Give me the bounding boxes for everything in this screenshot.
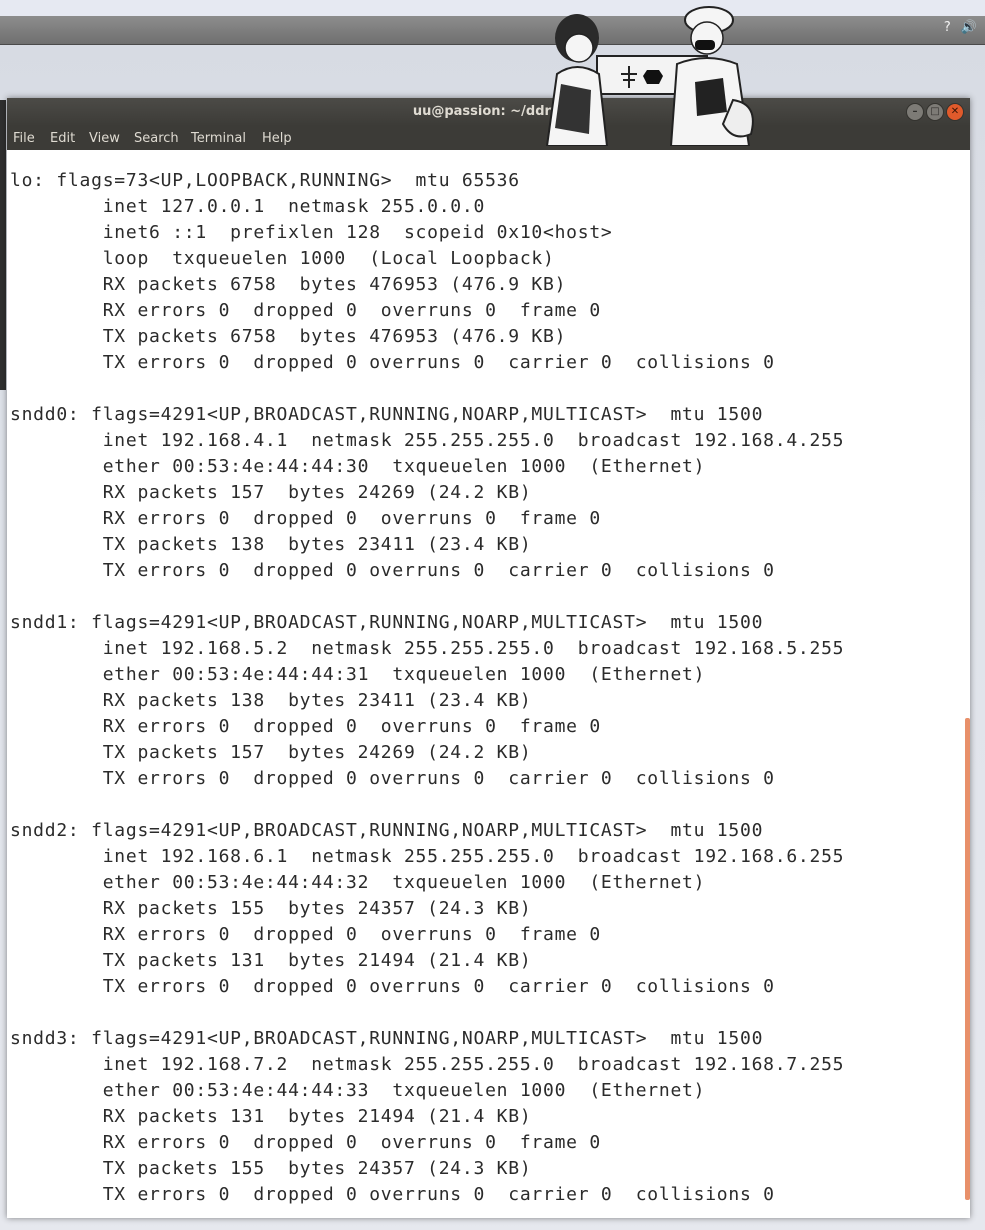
person-left-face [564, 33, 594, 63]
terminal-line: TX errors 0 dropped 0 overruns 0 carrier… [10, 976, 775, 997]
terminal-line: sndd2: flags=4291<UP,BROADCAST,RUNNING,N… [10, 820, 764, 841]
terminal-line: RX packets 6758 bytes 476953 (476.9 KB) [10, 274, 567, 295]
menu-item-terminal[interactable]: Terminal [191, 131, 246, 146]
mask-shape [695, 40, 715, 50]
minimize-button[interactable]: – [906, 103, 924, 121]
close-button[interactable]: ✕ [946, 103, 964, 121]
terminal-line: RX errors 0 dropped 0 overruns 0 frame 0 [10, 1132, 601, 1153]
menu-item-help[interactable]: Help [262, 131, 292, 146]
terminal-line: sndd3: flags=4291<UP,BROADCAST,RUNNING,N… [10, 1028, 764, 1049]
terminal-line: TX errors 0 dropped 0 overruns 0 carrier… [10, 768, 775, 789]
menu-item-file[interactable]: File [13, 131, 35, 146]
terminal-line: loop txqueuelen 1000 (Local Loopback) [10, 248, 555, 269]
terminal-line: RX packets 157 bytes 24269 (24.2 KB) [10, 482, 532, 503]
terminal-line: lo: flags=73<UP,LOOPBACK,RUNNING> mtu 65… [10, 170, 520, 191]
menu-item-edit[interactable]: Edit [50, 131, 75, 146]
sticker-illustration [545, 6, 754, 146]
terminal-line: RX packets 131 bytes 21494 (21.4 KB) [10, 1106, 532, 1127]
background-window-edge[interactable] [0, 100, 6, 390]
terminal-line: ether 00:53:4e:44:44:30 txqueuelen 1000 … [10, 456, 706, 477]
menu-item-search[interactable]: Search [134, 131, 179, 146]
terminal-line: RX packets 138 bytes 23411 (23.4 KB) [10, 690, 532, 711]
terminal-line: inet 192.168.6.1 netmask 255.255.255.0 b… [10, 846, 845, 867]
system-tray: ? 🔊 [944, 20, 977, 35]
maximize-button[interactable]: □ [926, 103, 944, 121]
volume-icon[interactable]: 🔊 [961, 20, 977, 35]
bag-left [555, 84, 591, 134]
terminal-line: RX errors 0 dropped 0 overruns 0 frame 0 [10, 716, 601, 737]
terminal-line: TX packets 6758 bytes 476953 (476.9 KB) [10, 326, 567, 347]
top-panel: ? 🔊 [0, 16, 985, 45]
terminal-line: sndd1: flags=4291<UP,BROADCAST,RUNNING,N… [10, 612, 764, 633]
terminal-line: RX errors 0 dropped 0 overruns 0 frame 0 [10, 508, 601, 529]
help-icon[interactable]: ? [944, 20, 951, 35]
terminal-line: RX errors 0 dropped 0 overruns 0 frame 0 [10, 924, 601, 945]
terminal-line: inet 127.0.0.1 netmask 255.0.0.0 [10, 196, 486, 217]
terminal-line: RX errors 0 dropped 0 overruns 0 frame 0 [10, 300, 601, 321]
window-title: uu@passion: ~/ddrv/ [412, 104, 565, 119]
terminal-line: sndd0: flags=4291<UP,BROADCAST,RUNNING,N… [10, 404, 764, 425]
terminal-output[interactable]: lo: flags=73<UP,LOOPBACK,RUNNING> mtu 65… [10, 168, 844, 1208]
terminal-line: inet 192.168.5.2 netmask 255.255.255.0 b… [10, 638, 845, 659]
terminal-line: inet6 ::1 prefixlen 128 scopeid 0x10<hos… [10, 222, 613, 243]
terminal-line: inet 192.168.7.2 netmask 255.255.255.0 b… [10, 1054, 845, 1075]
terminal-line: inet 192.168.4.1 netmask 255.255.255.0 b… [10, 430, 845, 451]
terminal-line: TX packets 155 bytes 24357 (24.3 KB) [10, 1158, 532, 1179]
terminal-window[interactable]: uu@passion: ~/ddrv/ – □ ✕ File Edit View Se… [7, 98, 970, 1218]
terminal-line: TX errors 0 dropped 0 overruns 0 carrier… [10, 560, 775, 581]
desktop-top-strip [0, 0, 985, 16]
shirt-icon [643, 70, 663, 84]
scrollbar-thumb[interactable] [965, 718, 970, 1200]
terminal-line: ether 00:53:4e:44:44:32 txqueuelen 1000 … [10, 872, 706, 893]
terminal-line: TX packets 138 bytes 23411 (23.4 KB) [10, 534, 532, 555]
terminal-line: RX packets 155 bytes 24357 (24.3 KB) [10, 898, 532, 919]
terminal-line: TX errors 0 dropped 0 overruns 0 carrier… [10, 352, 775, 373]
menu-item-view[interactable]: View [89, 131, 120, 146]
terminal-line: TX packets 131 bytes 21494 (21.4 KB) [10, 950, 532, 971]
terminal-line: TX packets 157 bytes 24269 (24.2 KB) [10, 742, 532, 763]
terminal-line: ether 00:53:4e:44:44:31 txqueuelen 1000 … [10, 664, 706, 685]
shirt-print [695, 78, 727, 116]
terminal-output-area[interactable]: lo: flags=73<UP,LOOPBACK,RUNNING> mtu 65… [7, 150, 970, 1218]
terminal-line: TX errors 0 dropped 0 overruns 0 carrier… [10, 1184, 775, 1205]
window-titlebar[interactable]: uu@passion: ~/ddrv/ – □ ✕ [7, 98, 970, 126]
window-controls: – □ ✕ [906, 103, 964, 121]
menu-bar: File Edit View Search Terminal Help [7, 126, 970, 150]
terminal-line: ether 00:53:4e:44:44:33 txqueuelen 1000 … [10, 1080, 706, 1101]
